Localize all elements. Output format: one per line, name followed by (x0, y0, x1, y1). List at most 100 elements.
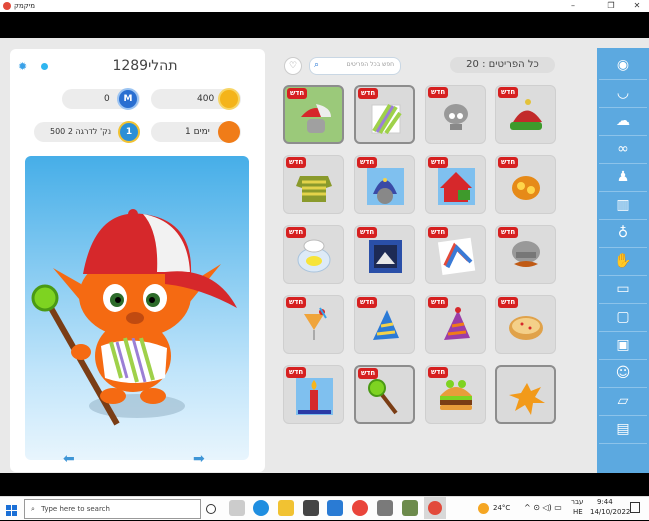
cocktail-icon (304, 307, 327, 340)
chrome-icon[interactable] (352, 500, 368, 516)
item-magic-staff[interactable]: חדש (354, 365, 415, 424)
new-badge: חדש (428, 297, 449, 308)
item-green-sweater[interactable]: חדש (283, 155, 344, 214)
coat-icon[interactable]: ▥ (599, 192, 647, 220)
robot-icon[interactable]: ☺ (599, 360, 647, 388)
mustache-helmet-icon (512, 241, 540, 267)
rainbow-picture-icon (437, 237, 476, 276)
new-badge: חדש (428, 367, 449, 378)
item-birthday-candle[interactable]: חדש (283, 365, 344, 424)
item-rainbow-picture[interactable]: חדש (425, 225, 486, 284)
wizard-hat-icon (367, 168, 404, 205)
avatar-character (31, 209, 237, 426)
search-placeholder: חפש בכל הפריטים (346, 61, 394, 68)
gray-helmet-icon (444, 104, 468, 130)
item-burger[interactable]: חדש (425, 365, 486, 424)
settings-app-icon[interactable] (377, 500, 393, 516)
level-shield-icon: 1 (118, 121, 140, 143)
egg-nest-icon (297, 239, 331, 273)
burger-icon (440, 380, 472, 410)
item-party-hat-blue[interactable]: חדש (354, 295, 415, 354)
new-badge: חדש (358, 368, 379, 379)
eraser-icon[interactable]: ▱ (599, 388, 647, 416)
item-egg-nest[interactable]: חדש (283, 225, 344, 284)
weather-icon[interactable] (478, 503, 489, 514)
item-striped-shirt[interactable]: חדש (354, 85, 415, 144)
mail-icon[interactable] (327, 500, 343, 516)
item-gray-helmet[interactable]: חדש (425, 85, 486, 144)
new-badge: חדש (428, 157, 449, 168)
edge-icon[interactable] (253, 500, 269, 516)
minimize-button[interactable]: – (562, 0, 584, 12)
game-app-icon[interactable] (402, 500, 418, 516)
favorites-heart-icon[interactable]: ♡ (284, 57, 302, 75)
item-orange-flower[interactable]: חדש (495, 155, 556, 214)
player-name: תהלי1289 (112, 58, 178, 74)
coins-pill: 400 (151, 88, 241, 110)
item-framed-picture[interactable]: חדש (354, 225, 415, 284)
hair-icon[interactable]: ☁ (599, 108, 647, 136)
shoe-icon[interactable]: ▢ (599, 304, 647, 332)
striped-shirt-icon (371, 103, 402, 135)
shirt-icon[interactable]: ♟ (599, 164, 647, 192)
cap-icon[interactable]: ◡ (599, 80, 647, 108)
new-badge: חדש (498, 227, 519, 238)
level-points-value: 500 נק' לדרגה 2 (50, 127, 112, 136)
new-badge: חדש (498, 157, 519, 168)
birthday-candle-icon (296, 378, 333, 415)
item-party-hat-purple[interactable]: חדש (425, 295, 486, 354)
category-sidebar: ◉ ◡ ☁ ∞ ♟ ▥ ♁ ✋ ▭ ▢ ▣ ☺ ▱ ▤ (597, 48, 649, 478)
close-window-button[interactable]: ✕ (626, 0, 648, 12)
settings-sun-icon[interactable]: ✹ (18, 60, 27, 73)
language-bottom[interactable]: HE (573, 508, 583, 516)
shorts-icon[interactable]: ▭ (599, 276, 647, 304)
search-input[interactable]: ⌕ חפש בכל הפריטים (309, 57, 401, 75)
new-badge: חדש (357, 297, 378, 308)
window-title: מיקמק (14, 2, 36, 10)
store-icon[interactable] (303, 500, 319, 516)
item-cap-hat[interactable]: חדש (283, 85, 344, 144)
level-pill: 500 נק' לדרגה 2 1 (34, 121, 140, 143)
box-icon[interactable]: ▤ (599, 416, 647, 444)
coin-icon (218, 88, 240, 110)
clock-date[interactable]: 14/10/2022 (590, 508, 630, 516)
app-icon (3, 2, 11, 10)
task-view-icon[interactable] (206, 504, 216, 514)
maximize-button[interactable]: ❐ (600, 0, 622, 12)
tray-icons[interactable]: ^ ⊙ ◁) ▭ (524, 503, 562, 512)
rotate-left-arrow-icon[interactable]: ⬅ (63, 451, 75, 467)
new-badge: חדש (287, 88, 308, 99)
item-red-house[interactable]: חדש (425, 155, 486, 214)
necklace-icon[interactable]: ♁ (599, 220, 647, 248)
hat-icon[interactable]: ◉ (599, 52, 647, 80)
notifications-icon[interactable] (630, 502, 640, 513)
taskbar-search-input[interactable]: ⌕ Type here to search (24, 499, 201, 519)
status-dot-icon (41, 63, 48, 70)
file-explorer-icon[interactable] (278, 500, 294, 516)
new-badge: חדש (428, 227, 449, 238)
m-points-pill: 0 M (62, 88, 140, 110)
glove-icon[interactable]: ✋ (599, 248, 647, 276)
item-mustache-helmet[interactable]: חדש (495, 225, 556, 284)
item-paint-splat[interactable] (495, 365, 556, 424)
bag-icon[interactable]: ▣ (599, 332, 647, 360)
item-cocktail[interactable]: חדש (283, 295, 344, 354)
item-donut[interactable]: חדש (495, 295, 556, 354)
widgets-icon[interactable] (229, 500, 245, 516)
rotate-right-arrow-icon[interactable]: ➡ (193, 451, 205, 467)
glasses-icon[interactable]: ∞ (599, 136, 647, 164)
player-panel: ✹ תהלי1289 400 0 M 1 ימים 500 נק' לדרגה … (10, 49, 265, 472)
new-badge: חדש (286, 367, 307, 378)
new-badge: חדש (357, 227, 378, 238)
language-top[interactable]: עבר (571, 498, 583, 506)
days-pill: 1 ימים (151, 121, 241, 143)
mikmak-taskbar-button[interactable] (424, 497, 446, 519)
new-badge: חדש (286, 157, 307, 168)
item-elf-hat[interactable]: חדש (495, 85, 556, 144)
bottom-black-bar (0, 473, 649, 496)
donut-icon (509, 316, 543, 340)
new-badge: חדש (428, 87, 449, 98)
item-wizard-hat[interactable]: חדש (354, 155, 415, 214)
windows-start-icon[interactable] (6, 502, 18, 516)
clock-time[interactable]: 9:44 (597, 498, 613, 506)
